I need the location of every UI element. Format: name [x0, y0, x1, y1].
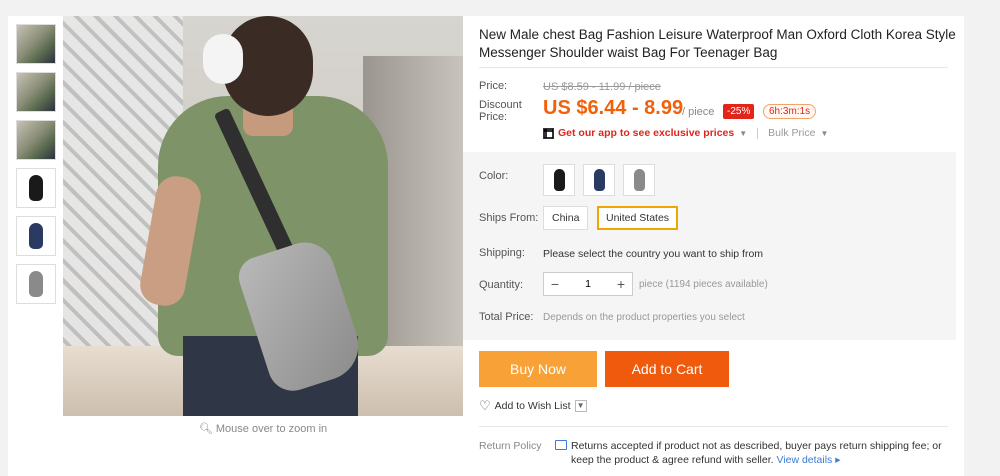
black-bag-image — [29, 175, 43, 201]
zoom-hint-text: Mouse over to zoom in — [215, 423, 328, 435]
gray-bag-image — [633, 169, 645, 191]
shipping-note: Please select the country you want to sh… — [543, 248, 764, 260]
app-promo-link[interactable]: Get our app to see exclusive prices — [558, 127, 734, 139]
thumbnail-photo-1[interactable] — [16, 24, 56, 64]
product-title: New Male chest Bag Fashion Leisure Water… — [479, 27, 956, 60]
navy-bag-image — [593, 169, 605, 191]
heart-icon: ♡ — [479, 398, 491, 413]
color-swatch-navy[interactable] — [583, 164, 615, 196]
title-divider — [479, 67, 948, 68]
chevron-down-icon[interactable]: ▼ — [820, 129, 828, 138]
color-swatch-gray[interactable] — [623, 164, 655, 196]
wish-list-label: Add to Wish List — [494, 400, 571, 412]
quantity-increase-button[interactable]: + — [610, 273, 632, 295]
thumbnail-gray-bag[interactable] — [16, 264, 56, 304]
countdown-timer: 6h:3m:1s — [763, 104, 817, 119]
ship-from-china[interactable]: China — [543, 206, 589, 230]
price-label: Price: — [479, 80, 508, 92]
total-price-label: Total Price: — [479, 311, 534, 323]
discount-badge: -25% — [723, 104, 755, 119]
shipping-label: Shipping: — [479, 247, 525, 259]
color-swatch-black[interactable] — [543, 164, 575, 196]
gray-bag-image — [29, 271, 43, 297]
return-policy-label: Return Policy — [479, 440, 542, 452]
return-policy-text: Returns accepted if product not as descr… — [571, 439, 961, 467]
return-policy-body: Returns accepted if product not as descr… — [571, 440, 942, 466]
thumbnail-photo-2[interactable] — [16, 72, 56, 112]
add-to-cart-button[interactable]: Add to Cart — [605, 351, 729, 387]
quantity-stepper: − + — [543, 272, 633, 296]
app-promo-line: Get our app to see exclusive prices ▼ Bu… — [543, 127, 828, 139]
thumbnail-navy-bag[interactable] — [16, 216, 56, 256]
ships-from-label: Ships From: — [479, 212, 539, 224]
quantity-decrease-button[interactable]: − — [544, 273, 566, 295]
add-to-wish-list[interactable]: ♡ Add to Wish List ▼ — [479, 398, 587, 414]
main-product-image[interactable] — [63, 16, 463, 416]
chevron-down-icon[interactable]: ▼ — [739, 129, 747, 138]
chevron-down-icon[interactable]: ▼ — [574, 400, 587, 412]
thumbnail-photo-3[interactable] — [16, 120, 56, 160]
ship-from-united-states[interactable]: United States — [597, 206, 679, 230]
view-details-link[interactable]: View details ▸ — [776, 454, 840, 466]
zoom-hint: 🔍︎ Mouse over to zoom in — [63, 422, 463, 435]
return-divider — [479, 426, 948, 427]
black-bag-image — [553, 169, 565, 191]
qr-code-icon — [543, 127, 554, 139]
thumbnail-strip — [16, 24, 56, 312]
price-unit: / piece — [682, 106, 715, 118]
color-label: Color: — [479, 170, 509, 182]
original-price: US $8.59 - 11.99 / piece — [543, 81, 661, 93]
discount-price-label: Discount Price: — [479, 99, 522, 123]
total-price-note: Depends on the product properties you se… — [543, 312, 745, 323]
discount-price: US $6.44 - 8.99 — [543, 97, 684, 119]
quantity-label: Quantity: — [479, 279, 524, 291]
return-policy-icon — [555, 440, 567, 450]
quantity-input[interactable] — [566, 278, 610, 290]
thumbnail-black-bag[interactable] — [16, 168, 56, 208]
navy-bag-image — [29, 223, 43, 249]
separator — [757, 127, 759, 139]
bulk-price-link[interactable]: Bulk Price — [768, 127, 815, 139]
buy-now-button[interactable]: Buy Now — [479, 351, 597, 387]
headphone-icon — [203, 34, 243, 84]
quantity-available: piece (1194 pieces available) — [639, 279, 768, 290]
magnifier-icon: 🔍︎ — [198, 423, 216, 435]
